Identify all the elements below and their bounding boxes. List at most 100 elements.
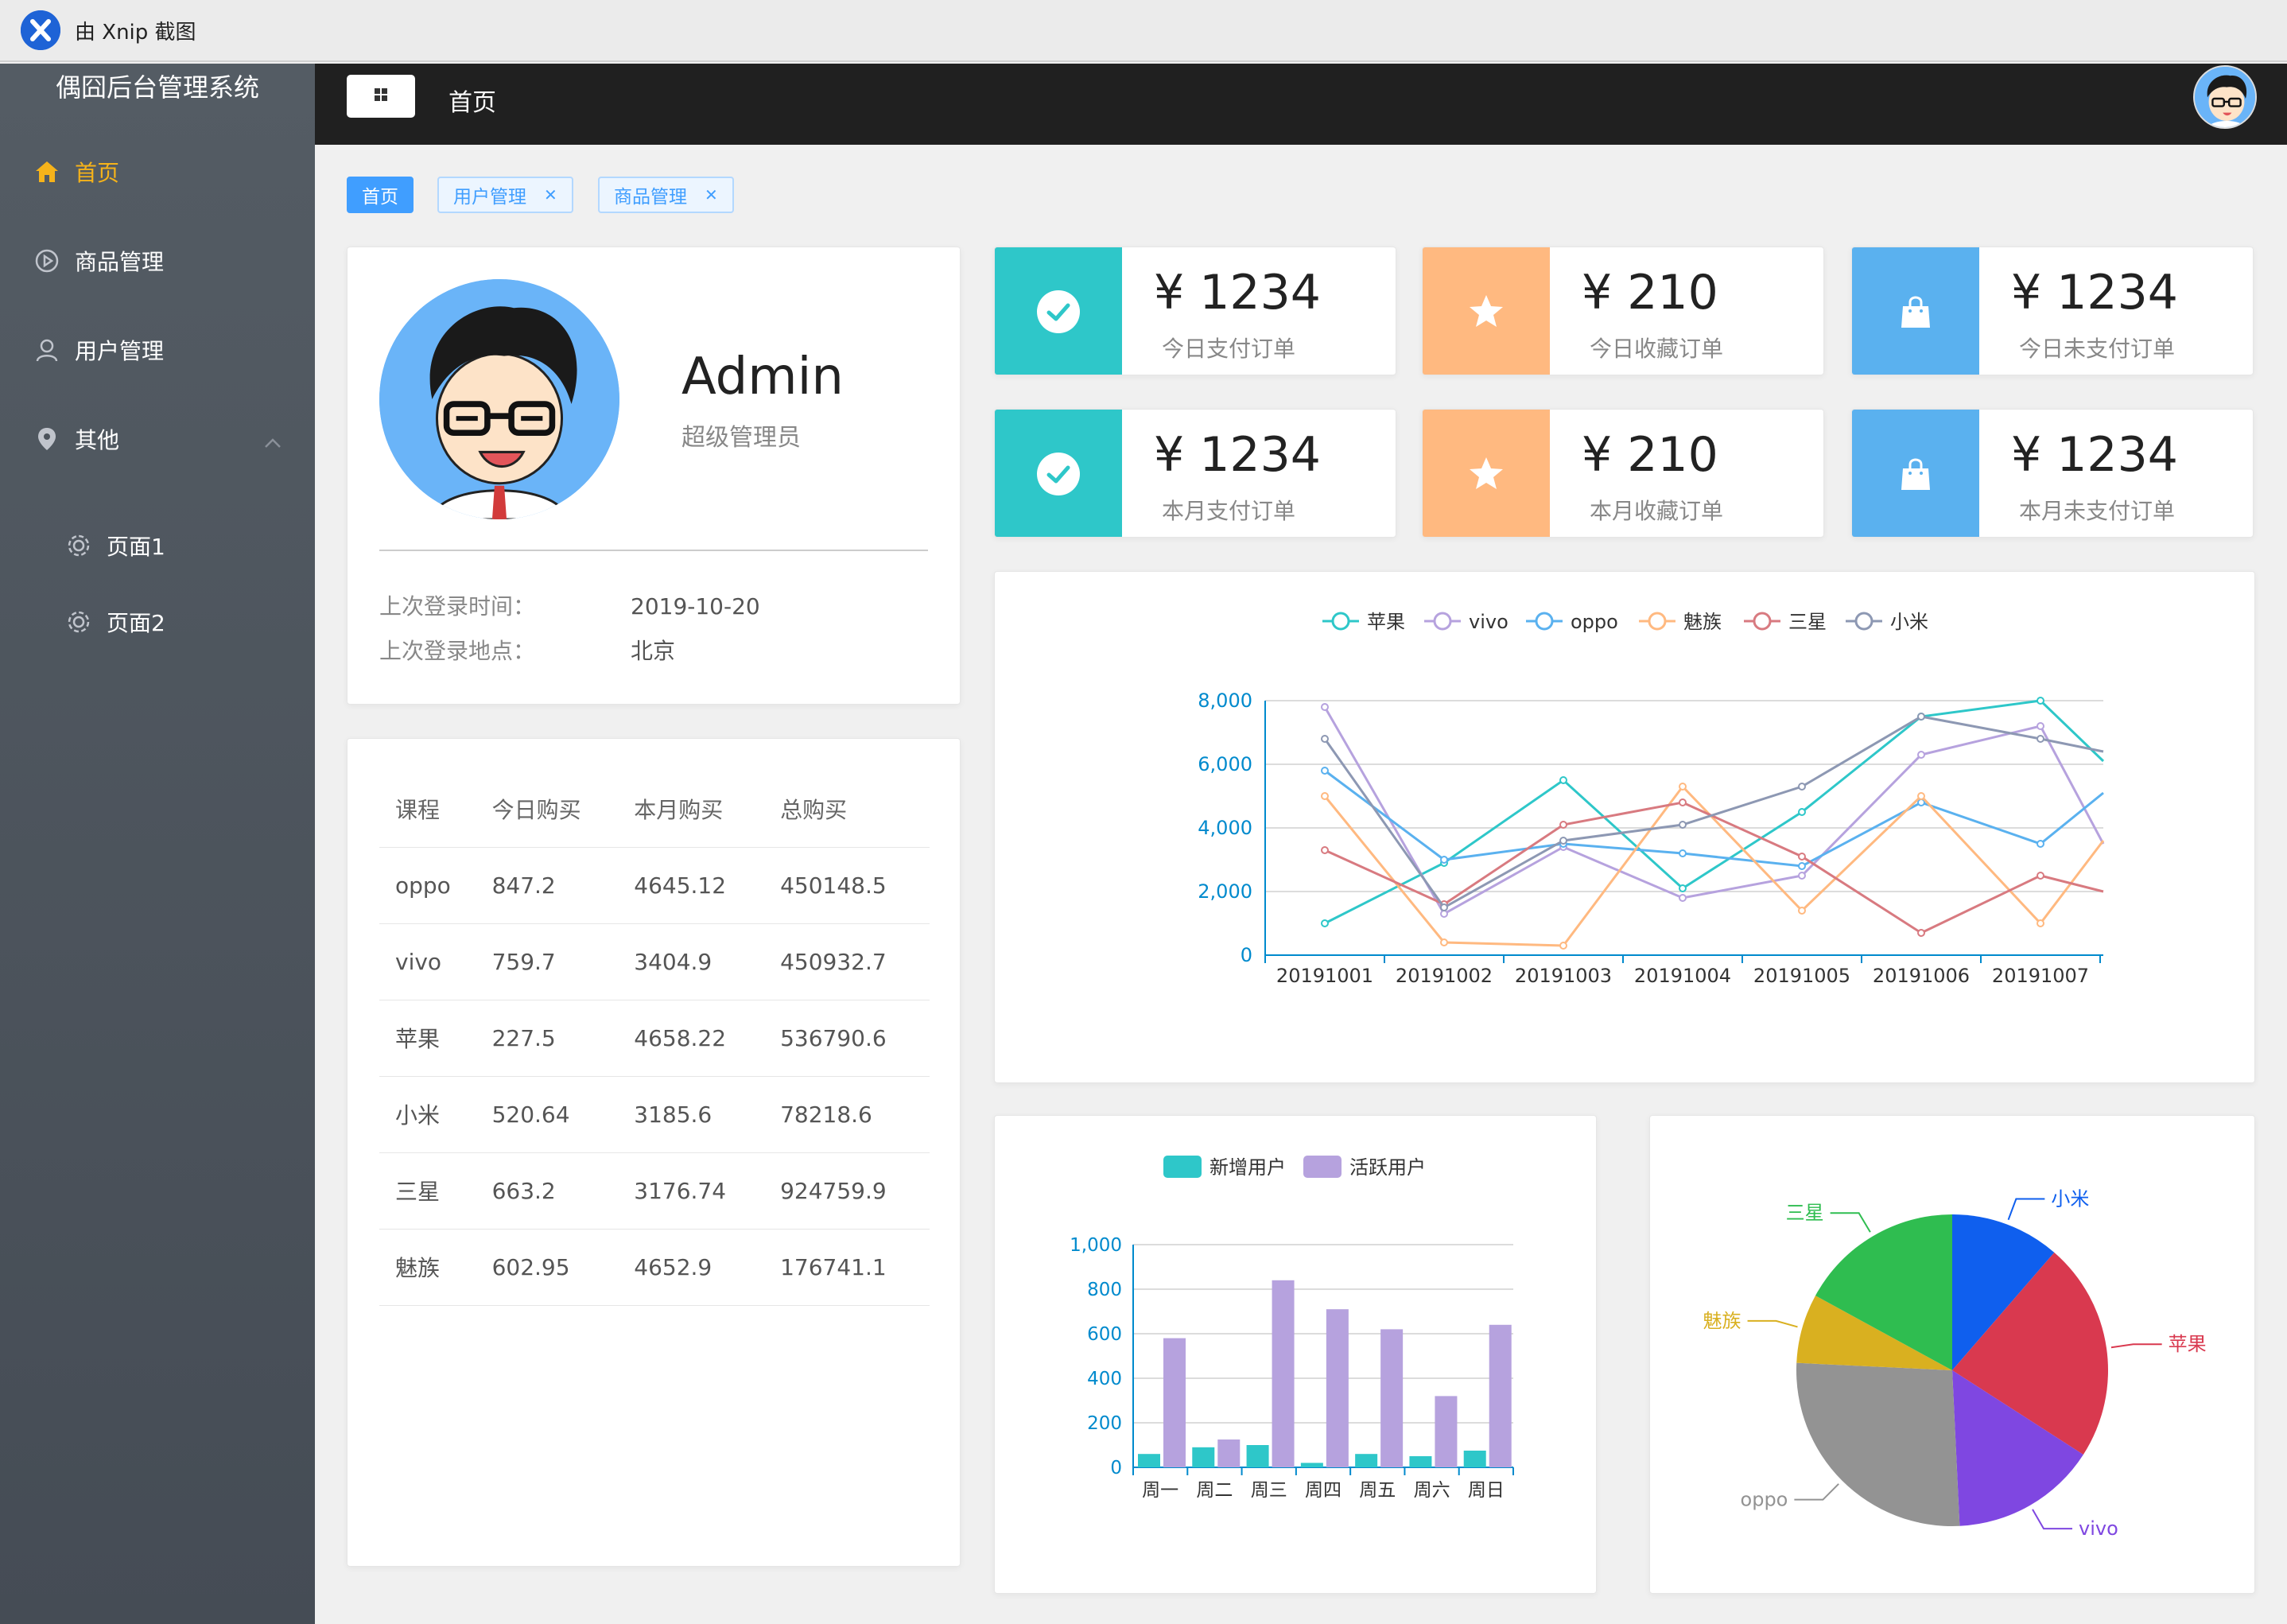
pie-label-line — [2110, 1343, 2162, 1349]
bar — [1272, 1280, 1295, 1467]
pie-label: 三星 — [1786, 1202, 1824, 1224]
stat-value: ¥ 210 — [1582, 427, 1718, 483]
legend-label: oppo — [1571, 611, 1618, 633]
header-page-name: 首页 — [448, 89, 496, 117]
tag-label: 首页 — [362, 187, 398, 208]
sidebar-item-home[interactable]: 首页 — [0, 127, 315, 216]
legend-item: vivo — [1424, 611, 1508, 633]
collapse-menu-button[interactable] — [347, 75, 415, 118]
data-point — [1798, 907, 1806, 915]
bar-chart-card: 0 200 400 600 800 1,000 周一 周二 周三 周四 周五 周六 周日 新增用户 活跃用户 — [994, 1115, 1597, 1594]
bar — [1489, 1324, 1512, 1467]
pie-label-line — [1747, 1319, 1798, 1328]
stat-value: ¥ 210 — [1582, 265, 1718, 321]
user-role: 超级管理员 — [681, 424, 801, 452]
data-point — [1321, 846, 1329, 854]
last-login-place-row: 上次登录地点： 北京 — [379, 634, 675, 666]
data-point — [1321, 703, 1329, 711]
sidebar-item-other[interactable]: 其他 — [0, 394, 315, 484]
gear-icon — [65, 532, 92, 559]
data-point — [1679, 783, 1687, 791]
location-icon — [33, 425, 60, 453]
pie-label: 苹果 — [2169, 1333, 2207, 1355]
bar — [1435, 1396, 1458, 1467]
sidebar-subitem-page2[interactable]: 页面2 — [0, 584, 315, 660]
purchase-table: 课程 今日购买 本月购买 总购买 oppo 847.2 4645.12 450148.… — [379, 771, 930, 1306]
check-circle-icon — [995, 247, 1122, 375]
table-cell: 4658.22 — [618, 1000, 765, 1077]
sidebar-item-users[interactable]: 用户管理 — [0, 305, 315, 394]
data-point — [1798, 872, 1806, 880]
pie-label: 小米 — [2051, 1187, 2089, 1210]
table-cell: 苹果 — [379, 1000, 476, 1077]
sidebar-subitem-page1[interactable]: 页面1 — [0, 507, 315, 584]
pie-label: oppo — [1741, 1489, 1788, 1511]
close-icon[interactable]: ✕ — [705, 185, 718, 204]
column-header: 今日购买 — [476, 771, 619, 848]
sidebar-subitem-label: 页面1 — [107, 534, 165, 560]
divider — [379, 550, 928, 551]
pie-label: vivo — [2079, 1517, 2118, 1540]
legend-marker — [1854, 612, 1873, 631]
stat-value: ¥ 1234 — [1154, 265, 1321, 321]
legend-label: vivo — [1469, 611, 1508, 633]
legend-marker — [1331, 612, 1350, 631]
legend-item: 苹果 — [1322, 611, 1405, 633]
star-icon — [1423, 247, 1550, 375]
data-point — [2037, 697, 2044, 705]
y-tick-label: 2,000 — [1198, 880, 1252, 903]
x-tick-label: 20191007 — [1992, 965, 2089, 987]
table-cell: 176741.1 — [764, 1229, 930, 1306]
column-header: 课程 — [379, 771, 476, 848]
data-point — [1440, 903, 1448, 911]
data-point — [1798, 862, 1806, 870]
bar — [1326, 1309, 1349, 1467]
legend-item: 活跃用户 — [1303, 1156, 1426, 1179]
series-line — [1323, 715, 2104, 909]
last-login-time-label: 上次登录时间： — [379, 593, 536, 620]
purchase-table-card: 课程 今日购买 本月购买 总购买 oppo 847.2 4645.12 450148.… — [347, 738, 961, 1567]
data-point — [1917, 751, 1925, 759]
legend-item: 三星 — [1744, 611, 1827, 633]
tag-home[interactable]: 首页 — [347, 177, 414, 213]
table-header-row: 课程 今日购买 本月购买 总购买 — [379, 771, 930, 848]
line-chart-card: 0 2,000 4,000 6,000 8,000 20191001 20191002 201… — [994, 571, 2255, 1083]
data-point — [1559, 837, 1567, 845]
column-header: 本月购买 — [618, 771, 765, 848]
sidebar-item-products[interactable]: 商品管理 — [0, 216, 315, 305]
pie-label: 魅族 — [1703, 1310, 1741, 1332]
stat-card-month-favorite: ¥ 210 本月收藏订单 — [1422, 409, 1824, 538]
data-point — [1321, 792, 1329, 800]
stat-label: 今日支付订单 — [1162, 336, 1296, 362]
y-tick-label: 600 — [1087, 1324, 1122, 1345]
tag-product-management[interactable]: 商品管理 ✕ — [598, 177, 734, 213]
table-cell: 3404.9 — [618, 923, 765, 1000]
bar-chart: 0 200 400 600 800 1,000 周一 周二 周三 周四 周五 周六 周日 新增用户 活跃用户 — [1070, 1156, 1514, 1501]
user-avatar[interactable] — [2193, 65, 2257, 129]
stat-value: ¥ 1234 — [2011, 427, 2178, 483]
bar — [1380, 1329, 1404, 1467]
pie-label-line — [1830, 1212, 1871, 1233]
legend-item: 魅族 — [1639, 611, 1722, 633]
tag-label: 商品管理 — [614, 187, 687, 208]
table-cell: 小米 — [379, 1076, 476, 1153]
bar — [1355, 1454, 1378, 1467]
user-icon — [33, 336, 60, 363]
stat-card-month-paid: ¥ 1234 本月支付订单 — [994, 409, 1396, 538]
table-cell: 847.2 — [476, 847, 619, 924]
x-tick-label: 周日 — [1468, 1480, 1505, 1501]
table-cell: 520.64 — [476, 1076, 619, 1153]
last-login-place-label: 上次登录地点： — [379, 638, 536, 664]
x-tick-label: 20191004 — [1634, 965, 1731, 987]
pie-chart: 小米苹果 vivo oppo 魅族 三星 — [1703, 1187, 2207, 1540]
x-tick-label: 20191005 — [1753, 965, 1850, 987]
stat-card-today-unpaid: ¥ 1234 今日未支付订单 — [1851, 247, 2254, 375]
data-point — [2037, 872, 2044, 880]
x-tick-label: 20191003 — [1515, 965, 1612, 987]
table-cell: 4645.12 — [618, 847, 765, 924]
user-avatar-large — [379, 279, 619, 519]
data-point — [1679, 798, 1687, 806]
data-point — [1440, 910, 1448, 918]
close-icon[interactable]: ✕ — [544, 185, 557, 204]
tag-user-management[interactable]: 用户管理 ✕ — [437, 177, 573, 213]
